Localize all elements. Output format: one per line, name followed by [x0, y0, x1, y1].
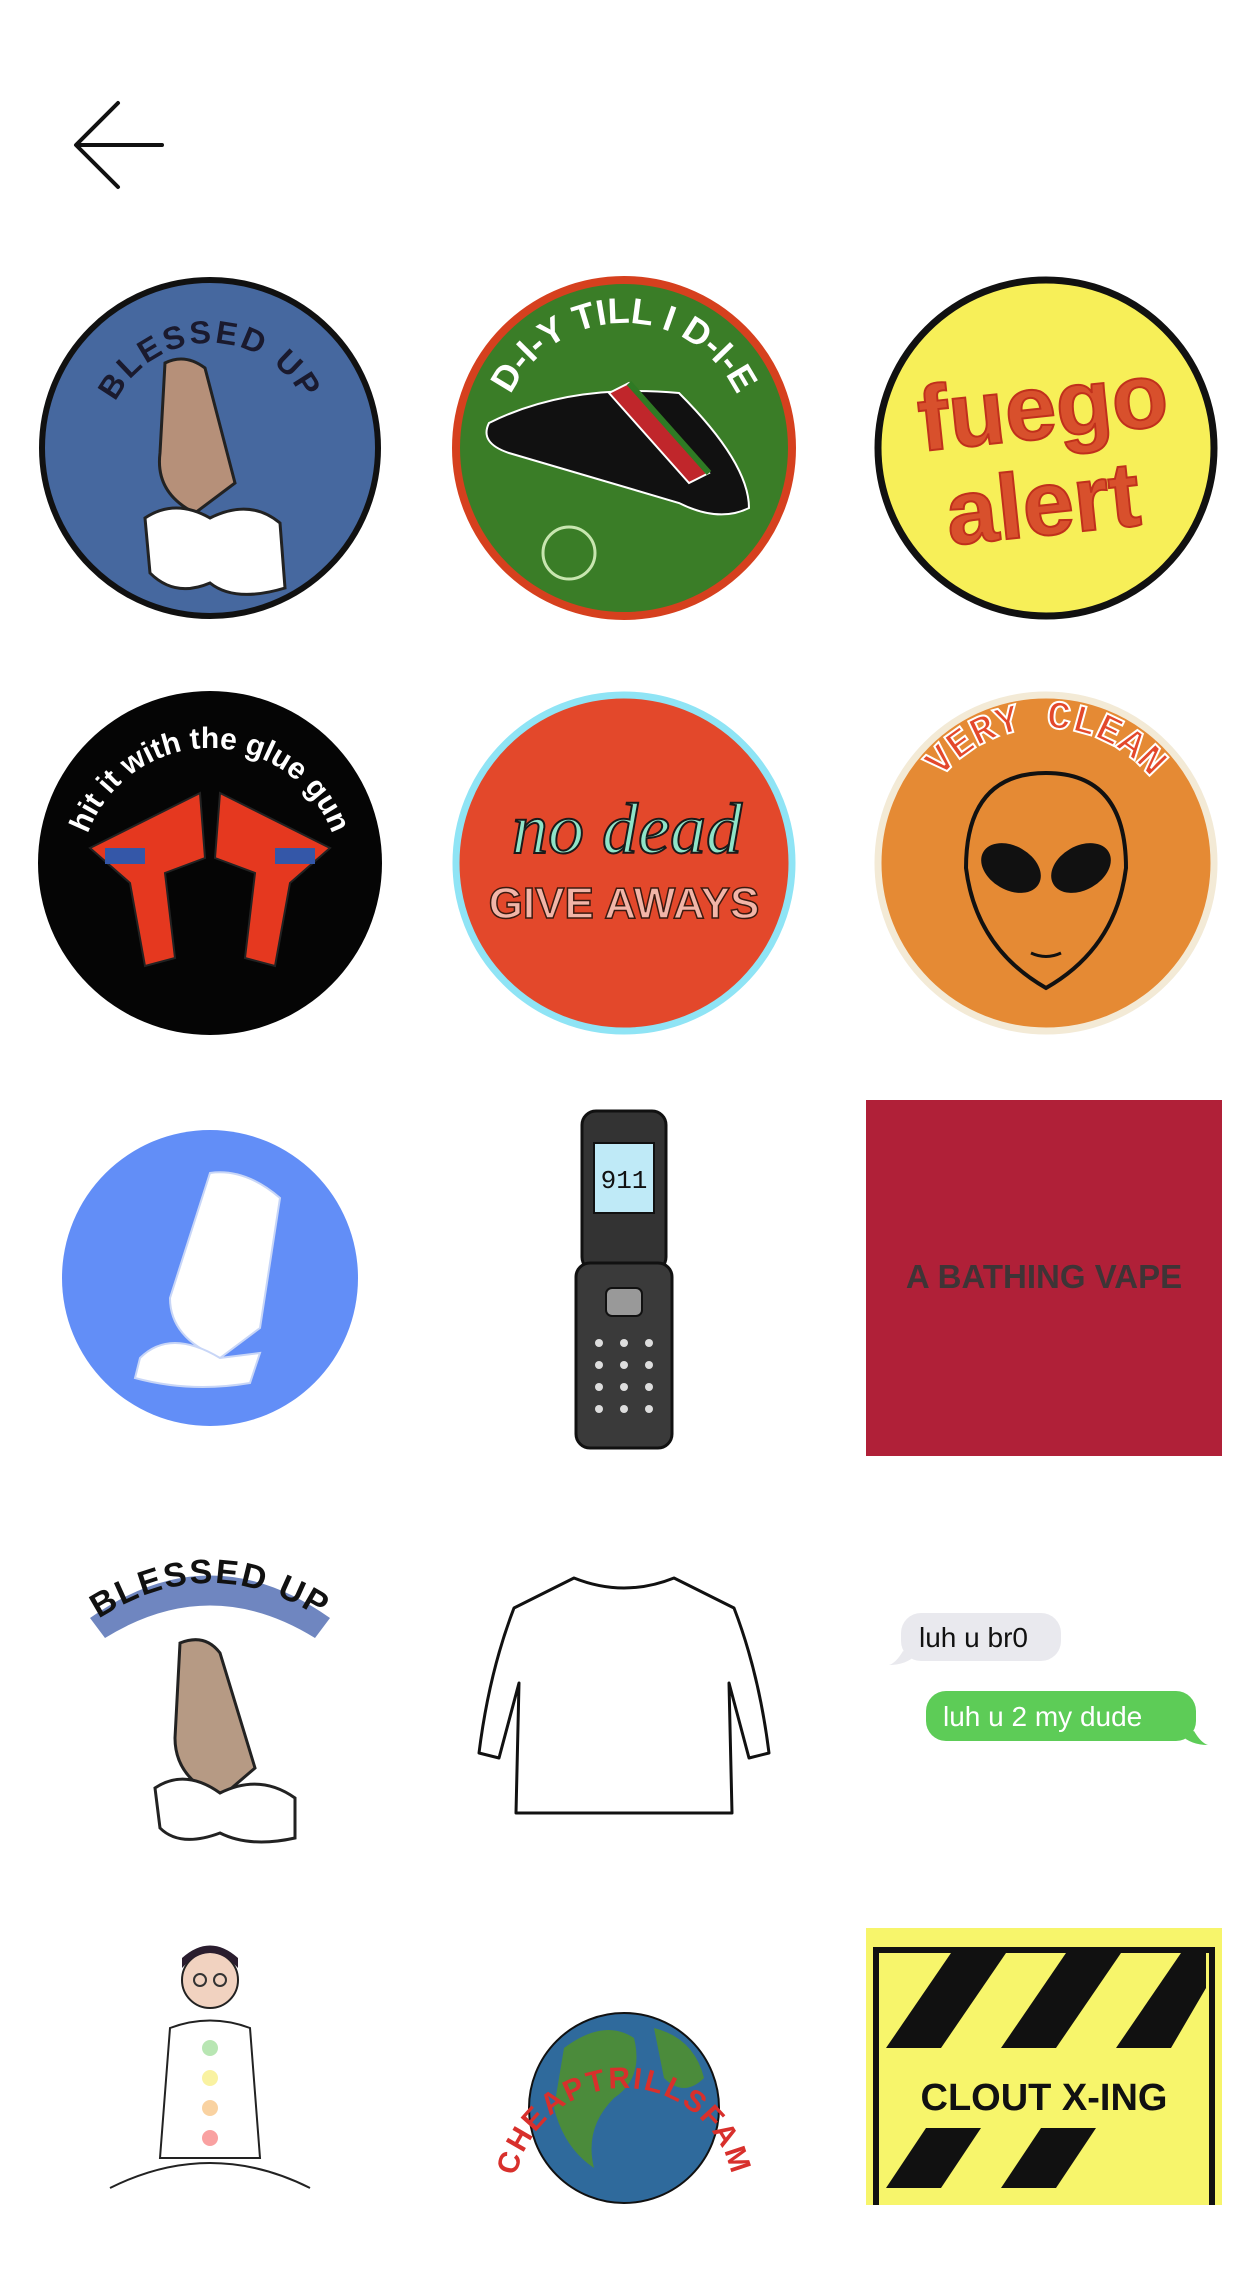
long-sleeve-shirt-sticker[interactable] [444, 1513, 804, 1873]
back-button[interactable] [70, 95, 170, 195]
received-message: luh u br0 [919, 1622, 1028, 1653]
no-dead-giveaways-badge[interactable]: no dead GIVE AWAYS [444, 683, 804, 1043]
clout-xing-sticker[interactable]: CLOUT X-ING [864, 1928, 1224, 2205]
globe-sticker[interactable]: CHEAPTRILLSFAM [444, 1928, 804, 2288]
blessed-up-hands-sticker[interactable]: BLESSED UP [30, 1513, 390, 1873]
sent-message: luh u 2 my dude [943, 1701, 1142, 1732]
phone-screen-text: 911 [601, 1166, 648, 1196]
fuego-alert-badge[interactable]: fuego alert [866, 268, 1226, 628]
flip-phone-sticker[interactable]: 911 [444, 1098, 804, 1458]
meditating-person-sticker[interactable] [30, 1928, 390, 2288]
arrow-left-icon [74, 101, 164, 189]
praying-hands-blue-sticker[interactable] [30, 1098, 390, 1458]
text-messages-sticker[interactable]: luh u br0 luh u 2 my dude [866, 1513, 1226, 1873]
blessed-up-badge[interactable]: BLESSED UP [30, 268, 390, 628]
no-dead-text: no dead [512, 789, 743, 869]
vape-text: A BATHING VAPE [906, 1258, 1182, 1295]
diy-till-i-die-badge[interactable]: D-I-Y TILL I D-I-E [444, 268, 804, 628]
give-aways-text: GIVE AWAYS [489, 879, 760, 928]
glue-gun-badge[interactable]: hit it with the glue gun [30, 683, 390, 1043]
a-bathing-vape-sticker[interactable]: A BATHING VAPE [864, 1098, 1224, 1458]
clout-text: CLOUT X-ING [921, 2077, 1168, 2119]
very-clean-alien-badge[interactable]: VERY CLEAN [866, 683, 1226, 1043]
alert-text: alert [941, 443, 1145, 565]
